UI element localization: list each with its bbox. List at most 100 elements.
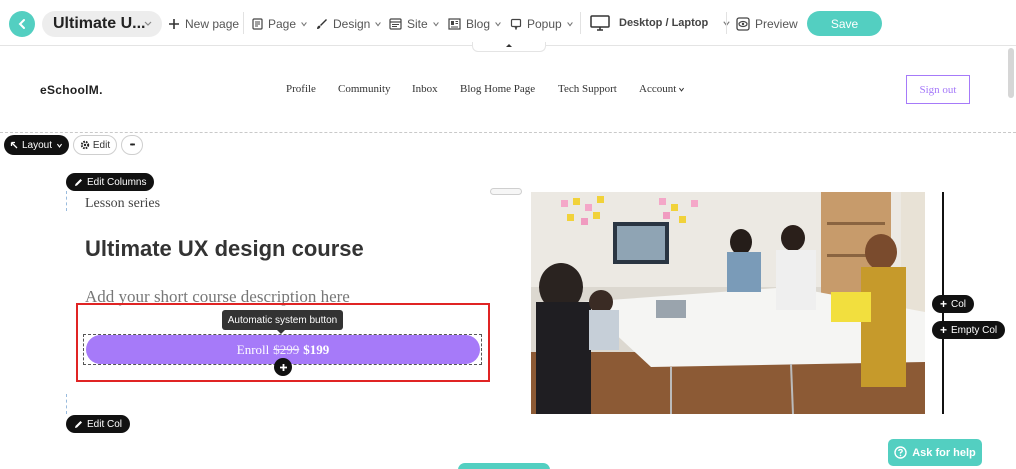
- nav-label: Profile: [286, 83, 316, 95]
- edit-label: Edit: [92, 139, 111, 151]
- column-guide: [66, 394, 67, 414]
- help-circle-icon: [894, 446, 907, 459]
- new-page-label: New page: [185, 17, 240, 31]
- brush-icon: [317, 19, 327, 29]
- back-button[interactable]: [9, 11, 35, 37]
- chevron-down-icon: [432, 22, 439, 27]
- device-label: Desktop / Laptop: [619, 17, 709, 29]
- nav-label: Account: [639, 83, 677, 95]
- nav-link-account[interactable]: Account: [639, 83, 685, 95]
- design-menu-label: Design: [333, 17, 371, 31]
- course-title[interactable]: Ultimate UX design course: [85, 236, 364, 262]
- nav-label: Tech Support: [558, 83, 617, 95]
- section-boundary: [0, 132, 1016, 133]
- lesson-series-label: Lesson series: [85, 196, 161, 211]
- ask-for-help-button[interactable]: Ask for help: [888, 439, 982, 466]
- page-name: Ultimate U...: [53, 15, 146, 32]
- office-meeting-photo: [531, 192, 925, 414]
- add-element-button[interactable]: [274, 358, 292, 376]
- tooltip-arrow: [276, 329, 286, 334]
- preview-button[interactable]: Preview: [736, 15, 798, 33]
- site-menu-label: Site: [407, 17, 428, 31]
- divider: [580, 12, 581, 34]
- nav-link-profile[interactable]: Profile: [286, 83, 316, 95]
- more-options-button[interactable]: •••: [121, 135, 143, 155]
- popup-icon: [510, 18, 522, 30]
- save-label: Save: [830, 16, 859, 31]
- add-col-button[interactable]: + Col: [932, 295, 975, 313]
- plus-icon: +: [940, 297, 948, 311]
- chevron-down-icon: [679, 87, 685, 92]
- device-selector[interactable]: Desktop / Laptop: [590, 14, 731, 32]
- tooltip: Automatic system button: [222, 310, 343, 330]
- preview-label: Preview: [755, 17, 798, 31]
- save-button[interactable]: Save: [807, 11, 882, 36]
- popup-menu[interactable]: Popup: [510, 15, 574, 33]
- caret-up-icon: [506, 44, 512, 47]
- more-options-label: •••: [129, 141, 135, 149]
- design-menu[interactable]: Design: [316, 15, 382, 33]
- nav-link-blog-home[interactable]: Blog Home Page: [460, 83, 535, 95]
- top-toolbar: Ultimate U... New page Page Design Site …: [0, 0, 1016, 46]
- chevron-down-icon: [375, 22, 382, 27]
- nav-link-community[interactable]: Community: [338, 83, 391, 95]
- page-selector[interactable]: Ultimate U...: [42, 11, 162, 37]
- blog-menu-label: Blog: [466, 17, 491, 31]
- enroll-label: Enroll: [236, 341, 270, 357]
- blog-menu[interactable]: Blog: [448, 15, 502, 33]
- chevron-down-icon: [566, 22, 573, 27]
- chevron-down-icon: [56, 143, 63, 148]
- nav-label: Community: [338, 83, 391, 95]
- edit-columns-button[interactable]: Edit Columns: [66, 173, 155, 191]
- site-logo-text: eSchoolM.: [40, 83, 103, 97]
- nav-label: Inbox: [412, 83, 438, 95]
- edit-columns-label: Edit Columns: [87, 176, 147, 188]
- column-guide: [66, 191, 67, 211]
- course-image[interactable]: [531, 192, 925, 414]
- page-menu[interactable]: Page: [252, 15, 308, 33]
- collapse-toolbar-tab[interactable]: [472, 42, 546, 52]
- edit-col-label: Edit Col: [87, 418, 123, 430]
- scrollbar-thumb[interactable]: [1008, 48, 1014, 98]
- row-drag-handle[interactable]: [490, 188, 522, 195]
- arrow-up-left-icon: [10, 141, 18, 149]
- sign-out-label: Sign out: [919, 83, 957, 96]
- chevron-down-icon: [144, 21, 152, 26]
- tooltip-text: Automatic system button: [227, 314, 338, 326]
- browser-window-icon: [389, 18, 402, 30]
- monitor-icon: [590, 14, 610, 31]
- preview-eye-icon: [736, 17, 750, 31]
- new-page-button[interactable]: New page: [168, 15, 239, 33]
- popup-menu-label: Popup: [527, 17, 562, 31]
- site-menu[interactable]: Site: [389, 15, 440, 33]
- pencil-icon: [75, 420, 82, 428]
- gear-icon: [80, 140, 90, 150]
- page-menu-label: Page: [268, 17, 297, 31]
- document-icon: [252, 18, 263, 30]
- nav-link-inbox[interactable]: Inbox: [412, 83, 438, 95]
- plus-icon: [169, 19, 179, 29]
- chevron-down-icon: [301, 22, 307, 27]
- plus-icon: +: [940, 323, 948, 337]
- site-logo[interactable]: eSchoolM.: [40, 83, 103, 97]
- chevron-left-icon: [18, 19, 25, 29]
- old-price: $299: [273, 341, 300, 357]
- layout-button[interactable]: Layout: [4, 135, 69, 155]
- sign-out-button[interactable]: Sign out: [906, 75, 970, 104]
- nav-link-tech-support[interactable]: Tech Support: [558, 83, 617, 95]
- pencil-icon: [75, 178, 82, 186]
- divider: [243, 12, 244, 34]
- plus-icon: [279, 363, 287, 371]
- add-empty-col-button[interactable]: + Empty Col: [932, 321, 1006, 339]
- new-price: $199: [303, 341, 330, 357]
- add-col-label: Col: [951, 298, 967, 310]
- nav-label: Blog Home Page: [460, 83, 536, 95]
- edit-col-button[interactable]: Edit Col: [66, 415, 131, 433]
- edit-section-button[interactable]: Edit: [73, 135, 117, 155]
- chevron-down-icon: [495, 22, 501, 27]
- divider: [726, 12, 727, 34]
- blog-icon: [448, 18, 461, 30]
- bottom-add-section-tab[interactable]: [458, 463, 550, 469]
- add-empty-col-label: Empty Col: [951, 324, 998, 336]
- layout-label: Layout: [21, 139, 53, 151]
